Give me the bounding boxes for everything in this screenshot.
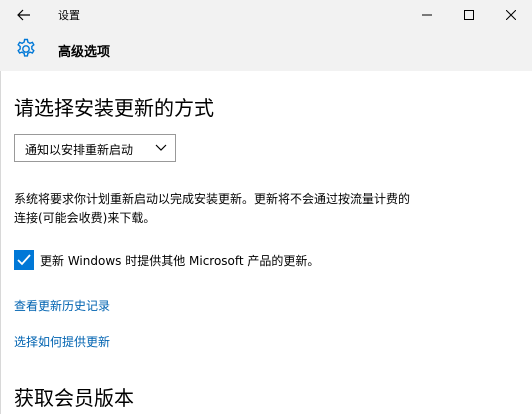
page-header: 高级选项: [0, 30, 532, 71]
window-title: 设置: [58, 9, 80, 22]
minimize-icon: [422, 14, 432, 16]
delivery-options-link[interactable]: 选择如何提供更新: [14, 333, 110, 350]
other-products-checkbox[interactable]: [14, 250, 34, 270]
chevron-down-icon: [155, 144, 167, 151]
checkmark-icon: [17, 254, 31, 266]
close-button[interactable]: [488, 0, 532, 30]
minimize-button[interactable]: [404, 0, 450, 30]
back-arrow-icon: [17, 9, 30, 21]
back-button[interactable]: [10, 4, 38, 26]
page-title: 高级选项: [58, 45, 111, 60]
gear-icon: [17, 38, 35, 57]
dropdown-selected-value: 通知以安排重新启动: [25, 143, 134, 157]
close-icon: [506, 10, 516, 20]
restart-mode-dropdown[interactable]: 通知以安排重新启动: [14, 134, 176, 162]
other-products-checkbox-label[interactable]: 更新 Windows 时提供其他 Microsoft 产品的更新。: [40, 252, 319, 269]
install-description: 系统将要求你计划重新启动以完成安装更新。更新将不会通过按流量计费的连接(可能会收…: [14, 192, 411, 225]
content-area: [0, 71, 532, 414]
title-bar: 设置: [0, 0, 532, 30]
maximize-button[interactable]: [446, 0, 492, 30]
insider-section-title: 获取会员版本: [14, 386, 134, 410]
maximize-icon: [464, 10, 474, 20]
install-section-title: 请选择安装更新的方式: [14, 96, 214, 120]
update-history-link[interactable]: 查看更新历史记录: [14, 297, 110, 314]
